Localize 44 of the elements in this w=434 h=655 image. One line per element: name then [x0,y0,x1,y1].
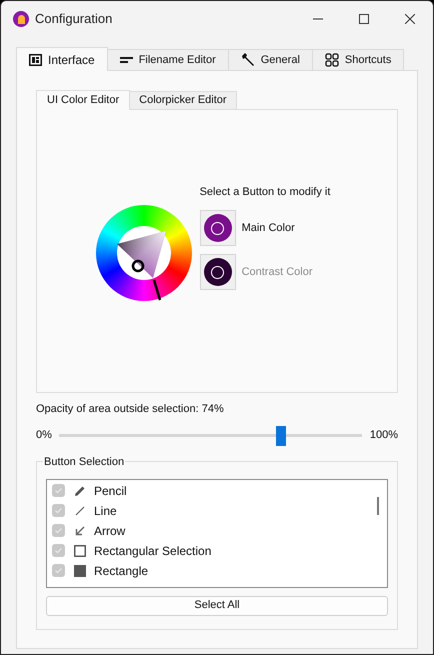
tool-label: Rectangular Selection [94,542,212,560]
tab[interactable]: General [228,49,313,70]
pencil-icon [74,484,86,496]
slider-thumb[interactable] [276,426,286,446]
tab[interactable]: Filename Editor [108,49,229,70]
tool-label: Pencil [94,482,127,500]
tool-label: Line [94,502,117,520]
text-lines-icon [120,57,133,63]
square-icon [74,544,86,556]
grid-icon [324,53,339,67]
color-label: Contrast Color [242,265,312,280]
layout-icon [29,54,42,66]
window-title: Configuration [35,10,112,28]
opacity-label: Opacity of area outside selection: 74% [36,402,225,417]
tab[interactable]: UI Color Editor [36,90,130,110]
line-icon [74,504,86,516]
scrollbar-thumb[interactable] [377,496,379,514]
tab[interactable]: Interface [16,47,108,71]
check-icon [54,566,63,575]
slider-max-label: 100% [370,428,398,444]
opacity-slider[interactable] [59,426,362,446]
arrow-icon [74,524,86,536]
select-all-button[interactable]: Select All [46,596,388,616]
maximize-icon [359,14,369,24]
checkbox[interactable] [52,504,65,517]
check-icon [54,526,63,535]
check-icon [54,506,63,515]
checkbox[interactable] [52,564,65,577]
wrench-icon [240,53,255,67]
filled-square-icon [74,564,86,576]
instruction-text: Select a Button to modify it [200,184,330,200]
color-label: Main Color [242,221,295,236]
tab[interactable]: Shortcuts [312,49,404,70]
check-icon [54,486,63,495]
app-logo-icon [13,11,29,27]
checkbox[interactable] [52,484,65,497]
slider-min-label: 0% [36,428,53,444]
close-icon [405,14,415,24]
checkbox[interactable] [52,524,65,537]
checkbox[interactable] [52,544,65,557]
tool-label: Rectangle [94,562,148,580]
tool-label: Arrow [94,522,126,540]
check-icon [54,546,63,555]
tab[interactable]: Colorpicker Editor [130,91,237,109]
